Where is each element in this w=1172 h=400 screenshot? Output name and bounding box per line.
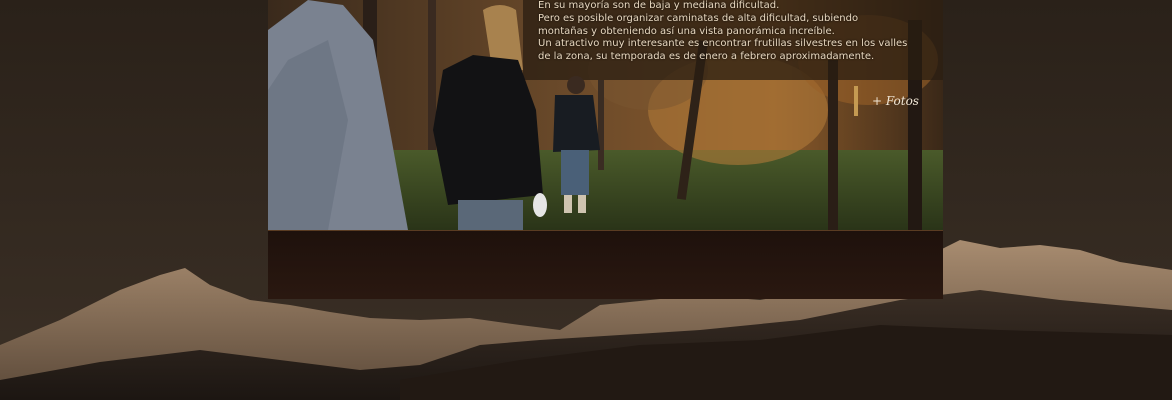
content-footer-panel [268,230,943,299]
caption-line: montañas y obteniendo así una vista pano… [538,25,835,37]
activity-description: En su mayoría son de baja y mediana difi… [538,0,938,64]
caption-line: de la zona, su temporada es de enero a f… [538,51,875,63]
accent-bar [854,86,858,116]
caption-line: En su mayoría son de baja y mediana difi… [538,0,780,11]
more-photos-label[interactable]: + Fotos [872,94,919,108]
caption-line: Un atractivo muy interesante es encontra… [538,38,908,50]
more-photos-link[interactable]: + Fotos [854,86,919,116]
photo-panel: En su mayoría son de baja y mediana difi… [268,0,943,230]
caption-line: Pero es posible organizar caminatas de a… [538,12,859,24]
